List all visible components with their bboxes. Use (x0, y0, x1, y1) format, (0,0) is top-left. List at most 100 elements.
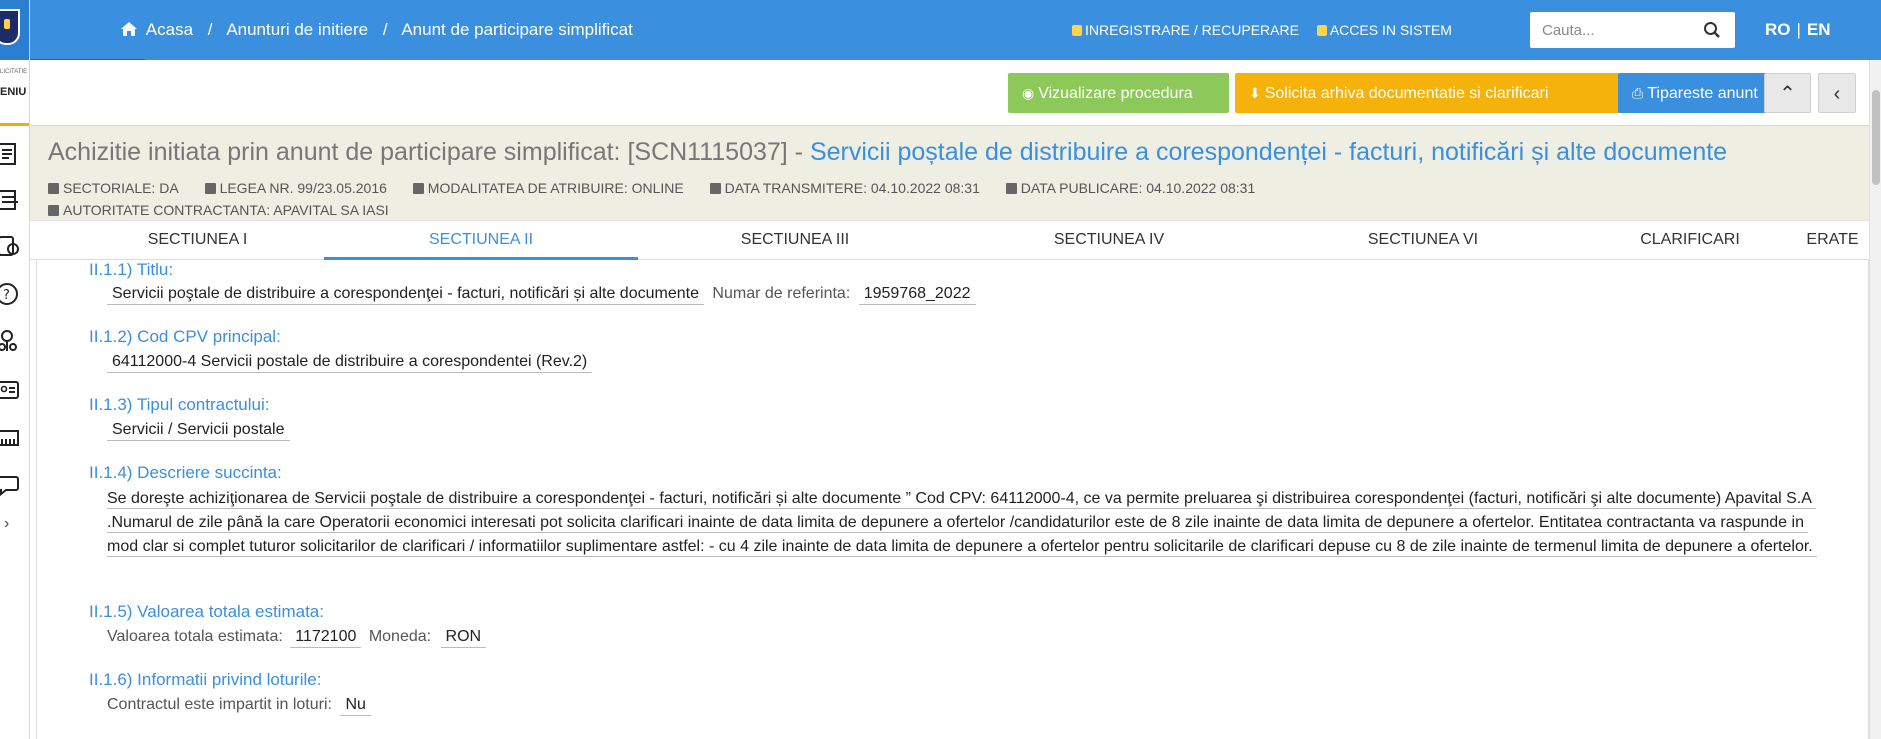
download-icon: ⬇ (1249, 85, 1261, 101)
description: Se doreşte achiziţionarea de Servicii po… (107, 487, 1827, 559)
breadcrumb-home[interactable]: Acasa (146, 20, 193, 39)
cpv-value: 64112000-4 Servicii postale de distribui… (107, 353, 593, 373)
page-scrollbar[interactable] (1869, 60, 1881, 739)
title-section-label: II.1.1) Titlu: (89, 260, 174, 279)
register-link-label: INREGISTRARE / RECUPERARE (1085, 22, 1299, 38)
breadcrumb-separator: / (382, 20, 388, 39)
description-text: Se doreşte achiziţionarea de Servicii po… (107, 490, 1817, 557)
tree-icon[interactable] (0, 328, 24, 356)
shield-icon (0, 9, 20, 45)
procedure-header: Achizitie initiata prin anunt de partici… (30, 125, 1881, 220)
scrollbar-thumb[interactable] (1872, 90, 1880, 185)
logo[interactable] (0, 0, 29, 60)
section-content: II.1.1) Titlu: Servicii poştale de distr… (36, 260, 1869, 739)
id-card-icon[interactable] (0, 377, 24, 405)
tab-sectiunea-iii[interactable]: SECTIUNEA III (638, 221, 952, 260)
top-links: INREGISTRARE / RECUPERARE ACCES IN SISTE… (1072, 22, 1466, 38)
tab-sectiunea-ii[interactable]: SECTIUNEA II (324, 221, 638, 260)
lots-row: Contractul este impartit in loturi: Nu (107, 696, 371, 716)
meta-transmit-date-text: DATA TRANSMITERE: 04.10.2022 08:31 (724, 180, 980, 196)
title-row: Servicii poştale de distribuire a coresp… (107, 285, 976, 305)
meta-award-mode-text: MODALITATEA DE ATRIBUIRE: ONLINE (427, 180, 684, 196)
login-link[interactable]: ACCES IN SISTEM (1316, 22, 1452, 38)
breadcrumb-notices[interactable]: Anunturi de initiere (226, 20, 368, 39)
section-tabs: SECTIUNEA I SECTIUNEA II SECTIUNEA III S… (30, 220, 1881, 260)
value-amount: 1172100 (290, 628, 362, 648)
currency-value: RON (440, 628, 487, 648)
tab-erate[interactable]: ERATE (1785, 221, 1880, 260)
ref-label: Numar de referinta: (712, 285, 851, 302)
meta-law: LEGEA NR. 99/23.05.2016 (204, 180, 387, 196)
svg-text:?: ? (3, 288, 10, 303)
rail-underline (0, 123, 29, 126)
meta-row: SECTORIALE: DA LEGEA NR. 99/23.05.2016 M… (48, 180, 1277, 196)
breadcrumb-separator: / (207, 20, 213, 39)
print-notice-label: Tipareste anunt (1647, 85, 1758, 102)
request-archive-button[interactable]: ⬇ Solicita arhiva documentatie si clarifi… (1235, 73, 1620, 113)
title-accent: Servicii poștale de distribuire a coresp… (809, 138, 1728, 166)
collapse-button[interactable]: ⌃ (1764, 73, 1811, 113)
chat-icon[interactable] (0, 472, 24, 500)
user-icon (1072, 25, 1082, 36)
view-procedure-button[interactable]: ◉ Vizualizare procedura (1008, 73, 1229, 113)
login-link-label: ACCES IN SISTEM (1329, 22, 1452, 38)
meta-publish-date-text: DATA PUBLICARE: 04.10.2022 08:31 (1020, 180, 1256, 196)
back-button[interactable]: ‹ (1818, 73, 1856, 113)
tab-clarificari[interactable]: CLARIFICARI (1580, 221, 1800, 260)
list-icon[interactable] (0, 187, 24, 215)
register-link[interactable]: INREGISTRARE / RECUPERARE (1072, 22, 1299, 38)
lots-label: Contractul este impartit in loturi: (107, 696, 332, 713)
calendar-icon (1005, 183, 1017, 194)
home-icon[interactable] (120, 21, 138, 37)
pencil-icon (412, 183, 424, 194)
value-row: Valoarea totala estimata: 1172100 Moneda… (107, 628, 487, 648)
lots-section-label: II.1.6) Informatii privind loturile: (89, 670, 322, 689)
tasks-icon[interactable] (0, 233, 24, 261)
currency-label: Moneda: (368, 628, 432, 645)
lots-value: Nu (340, 696, 371, 716)
tab-sectiunea-iv[interactable]: SECTIUNEA IV (952, 221, 1266, 260)
print-notice-button[interactable]: ⎙ Tipareste anunt (1618, 73, 1788, 113)
rail-menu-label[interactable]: ENIU (0, 86, 26, 98)
view-procedure-label: Vizualizare procedura (1038, 85, 1193, 102)
print-icon: ⎙ (1632, 85, 1644, 101)
tab-sectiunea-vi[interactable]: SECTIUNEA VI (1266, 221, 1580, 260)
calendar-icon (709, 183, 721, 194)
bank-icon (48, 205, 59, 216)
meta-authority: AUTORITATE CONTRACTANTA: APAVITAL SA IAS… (48, 202, 389, 218)
meta-award-mode: MODALITATEA DE ATRIBUIRE: ONLINE (412, 180, 684, 196)
top-navbar: Acasa / Anunturi de initiere / Anunt de … (30, 0, 1881, 60)
ruler-icon[interactable] (0, 425, 24, 453)
meta-transmit-date: DATA TRANSMITERE: 04.10.2022 08:31 (709, 180, 980, 196)
document-icon[interactable] (0, 141, 24, 169)
meta-sectoriale-text: SECTORIALE: DA (63, 180, 179, 196)
lang-en[interactable]: EN (1807, 20, 1831, 39)
action-bar: ◉ Vizualizare procedura ⬇ Solicita arhiva … (30, 60, 1881, 125)
page-title: Achizitie initiata prin anunt de partici… (48, 138, 1727, 167)
chevron-left-icon: ‹ (1833, 83, 1841, 105)
lock-icon (1316, 25, 1327, 36)
type-value: Servicii / Servicii postale (107, 421, 290, 441)
lang-ro[interactable]: RO (1765, 20, 1791, 39)
gavel-icon (204, 183, 216, 194)
desc-section-label: II.1.4) Descriere succinta: (89, 463, 282, 482)
tab-sectiunea-i[interactable]: SECTIUNEA I (70, 221, 325, 260)
value-label: Valoarea totala estimata: (107, 628, 283, 645)
ref-value: 1959768_2022 (858, 285, 976, 305)
help-icon[interactable]: ? (0, 281, 24, 309)
expand-chevron-icon[interactable]: › (4, 515, 9, 533)
meta-authority-text: AUTORITATE CONTRACTANTA: APAVITAL SA IAS… (63, 202, 389, 218)
rail-top-label: LICITATIE (0, 69, 28, 75)
meta-publish-date: DATA PUBLICARE: 04.10.2022 08:31 (1005, 180, 1256, 196)
lang-separator: | (1796, 20, 1801, 39)
search-box (1530, 12, 1735, 48)
eye-icon: ◉ (1022, 85, 1035, 101)
search-icon[interactable] (1703, 21, 1721, 39)
title-prefix: Achizitie initiata prin anunt de partici… (48, 138, 810, 166)
value-section-label: II.1.5) Valoarea totala estimata: (89, 602, 324, 621)
request-archive-label: Solicita arhiva documentatie si clarific… (1264, 85, 1549, 102)
tag-icon (48, 183, 59, 194)
title-value: Servicii poştale de distribuire a coresp… (107, 285, 704, 305)
search-input[interactable] (1530, 12, 1700, 48)
breadcrumb: Acasa / Anunturi de initiere / Anunt de … (120, 20, 633, 40)
